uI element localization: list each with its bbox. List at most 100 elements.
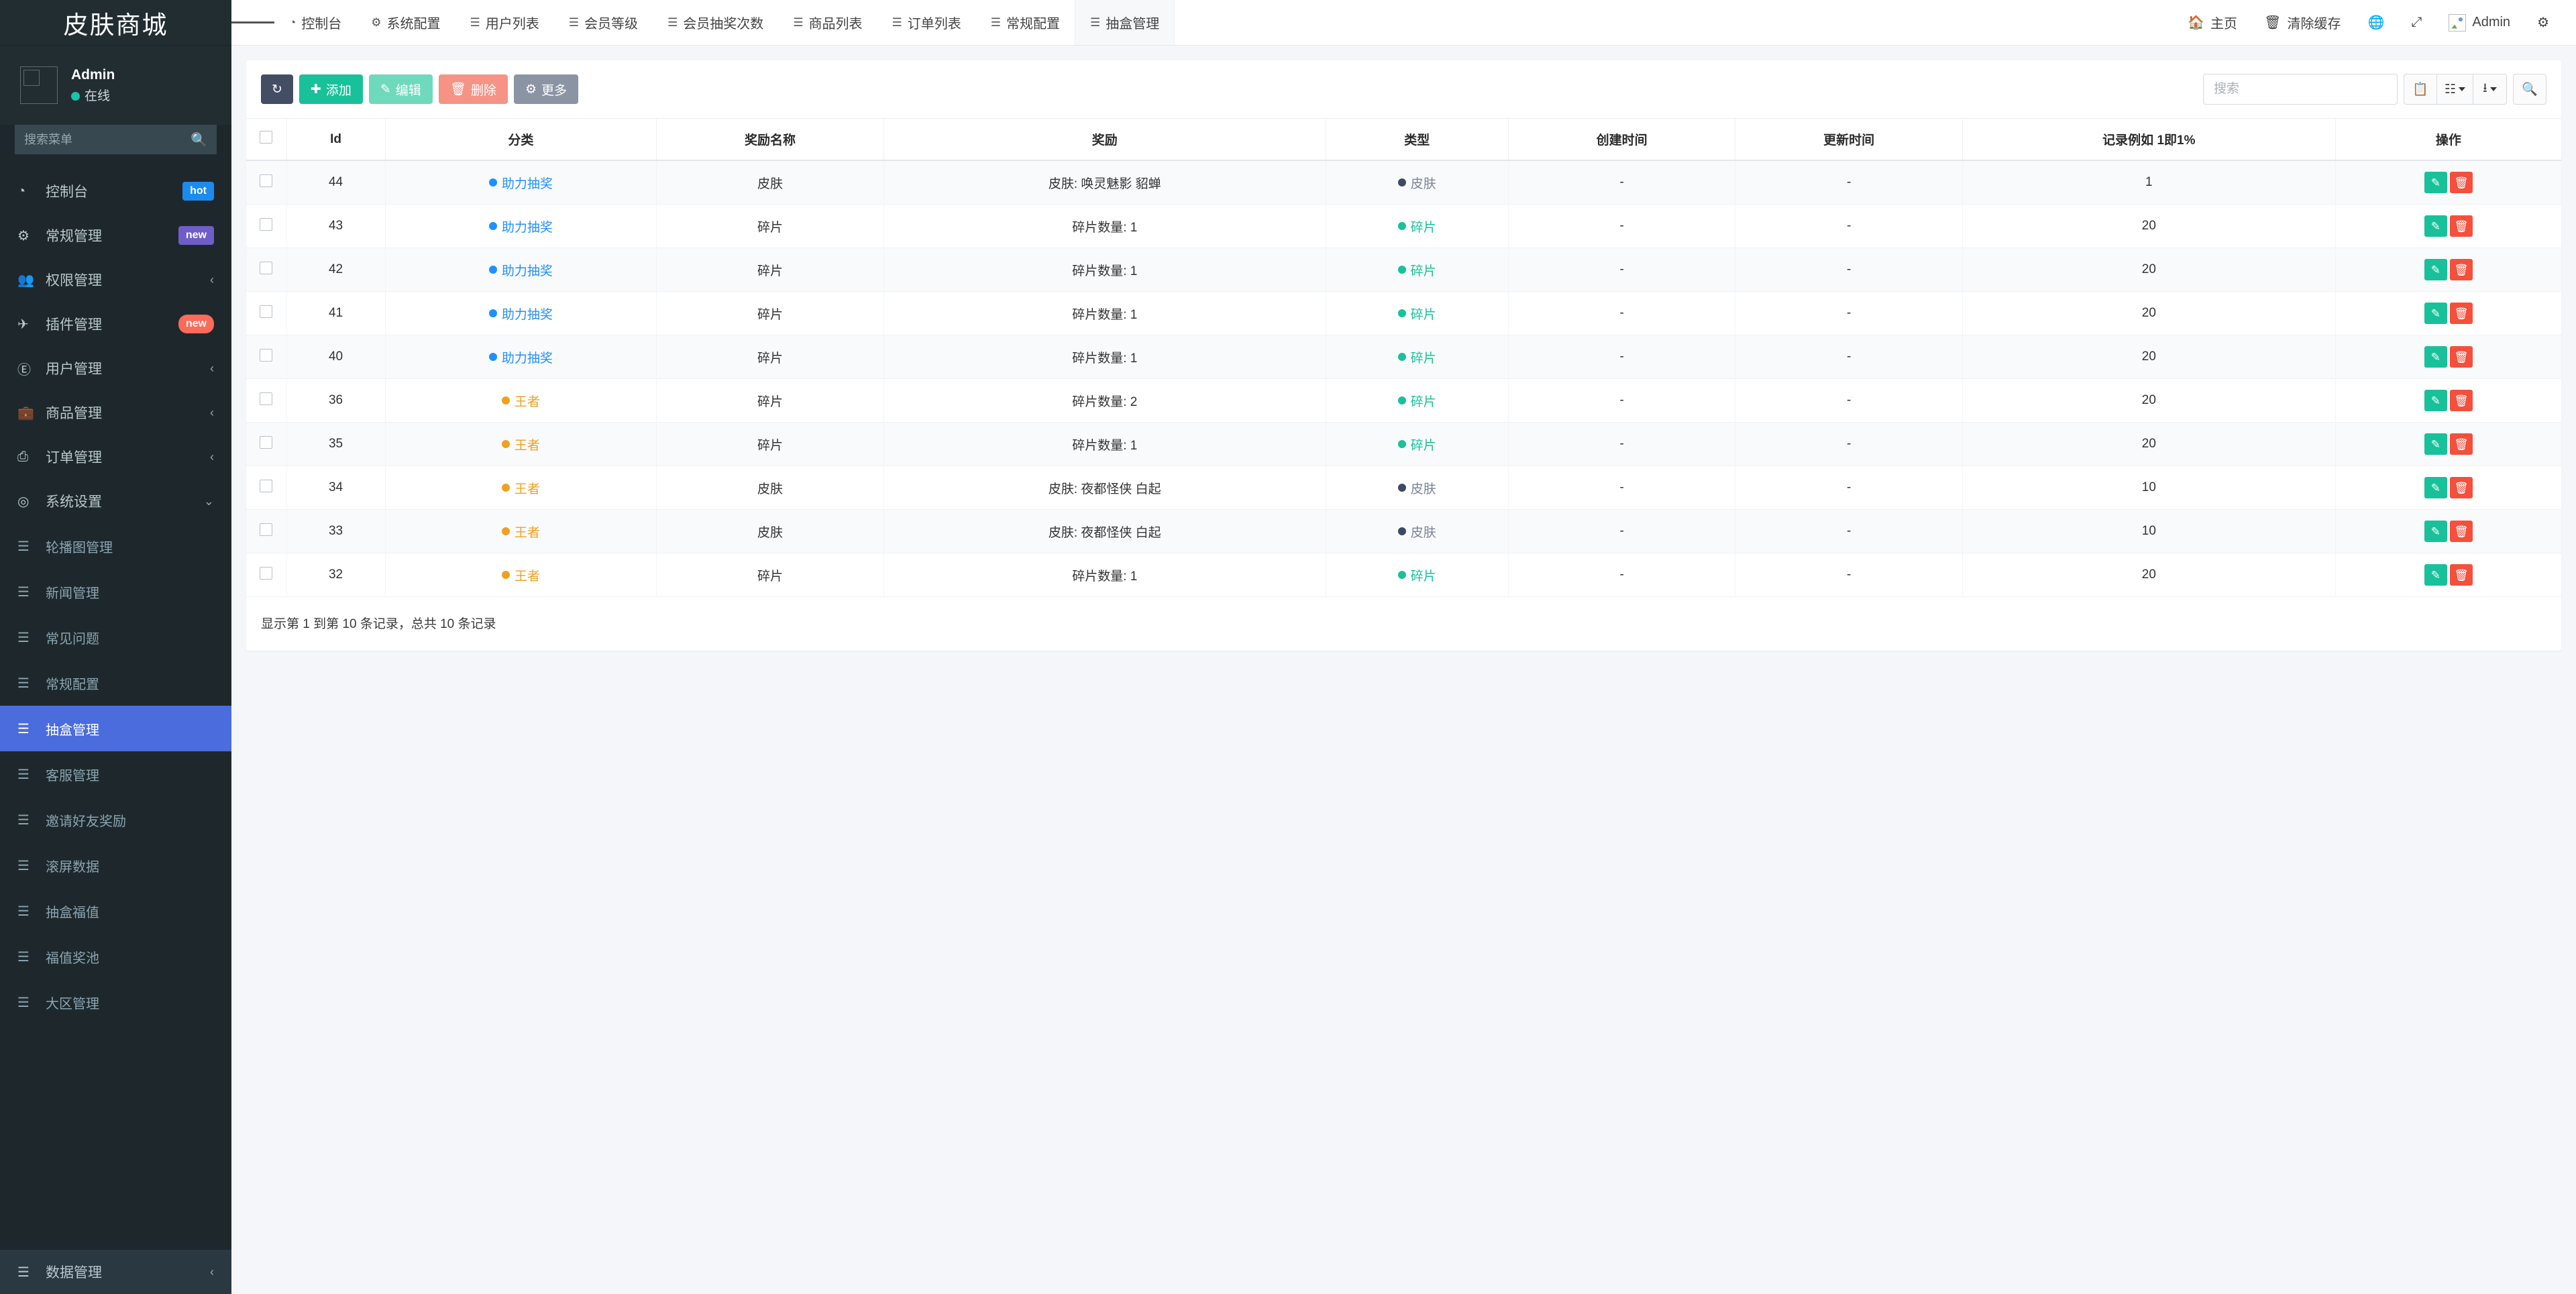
search-icon[interactable]: 🔍 (2513, 74, 2546, 105)
sidebar-subitem-3[interactable]: ☰ 常规配置 (0, 660, 231, 706)
tab-3[interactable]: ☰ 会员等级 (554, 0, 653, 45)
row-edit-button[interactable]: ✎ (2424, 433, 2447, 455)
row-edit-button[interactable]: ✎ (2424, 346, 2447, 368)
row-edit-button[interactable]: ✎ (2424, 215, 2447, 237)
bag-icon: 💼 (17, 405, 34, 421)
row-edit-button[interactable]: ✎ (2424, 259, 2447, 280)
sidebar-subitem-0[interactable]: ☰ 轮播图管理 (0, 523, 231, 569)
tab-1[interactable]: ⚙ 系统配置 (356, 0, 455, 45)
fullscreen-button[interactable]: ⤢ (2399, 0, 2434, 46)
sidebar-subitem-10[interactable]: ☰ 大区管理 (0, 979, 231, 1025)
sidebar-subitem-8[interactable]: ☰ 抽盒福值 (0, 888, 231, 934)
sidebar-subitem-9[interactable]: ☰ 福值奖池 (0, 934, 231, 979)
sidebar-item-6[interactable]: ⎙ 订单管理 ‹ (0, 435, 231, 479)
more-button[interactable]: ⚙ 更多 (513, 74, 578, 104)
select-all-checkbox[interactable] (260, 131, 273, 144)
row-checkbox[interactable] (260, 348, 273, 362)
table-row[interactable]: 43 助力抽奖 碎片 碎片数量: 1 碎片 - -20 ✎ 🗑 (246, 204, 2561, 248)
row-checkbox[interactable] (260, 566, 273, 580)
search-icon[interactable]: 🔍 (191, 131, 207, 148)
sidebar-item-7[interactable]: ◎ 系统设置 ⌄ (0, 479, 231, 523)
settings-button[interactable]: ⚙ (2525, 0, 2561, 46)
row-checkbox[interactable] (260, 523, 273, 536)
row-delete-button[interactable]: 🗑 (2449, 433, 2473, 455)
row-checkbox[interactable] (260, 479, 273, 492)
sidebar-item-1[interactable]: ⚙ 常规管理 new (0, 213, 231, 258)
sidebar-item-2[interactable]: 👥 权限管理 ‹ (0, 258, 231, 302)
table-row[interactable]: 33 王者 皮肤 皮肤: 夜都怪侠 白起 皮肤 - -10 ✎ 🗑 (246, 509, 2561, 553)
row-checkbox[interactable] (260, 305, 273, 318)
row-delete-button[interactable]: 🗑 (2449, 215, 2473, 237)
cell-reward: 皮肤: 夜都怪侠 白起 (883, 509, 1326, 553)
table-row[interactable]: 44 助力抽奖 皮肤 皮肤: 唤灵魅影 貂蝉 皮肤 - -1 ✎ 🗑 (246, 160, 2561, 205)
user-menu-button[interactable]: Admin (2436, 0, 2522, 46)
sidebar-item-0[interactable]: ◔ 控制台 hot (0, 169, 231, 213)
table-row[interactable]: 42 助力抽奖 碎片 碎片数量: 1 碎片 - -20 ✎ 🗑 (246, 248, 2561, 292)
row-checkbox[interactable] (260, 261, 273, 274)
sidebar-subitem-4[interactable]: ☰ 抽盒管理 (0, 706, 231, 751)
table-row[interactable]: 32 王者 碎片 碎片数量: 1 碎片 - -20 ✎ 🗑 (246, 553, 2561, 597)
more-label: 更多 (541, 83, 567, 98)
sidebar-search-input[interactable] (24, 132, 191, 147)
sidebar-subitem-2[interactable]: ☰ 常见问题 (0, 614, 231, 660)
row-checkbox[interactable] (260, 435, 273, 449)
sidebar-subitem-6[interactable]: ☰ 邀请好友奖励 (0, 797, 231, 843)
columns-view-icon[interactable]: ☷ (2436, 74, 2473, 105)
cell-updated: - (1735, 160, 1963, 205)
tab-7[interactable]: ☰ 常规配置 (976, 0, 1075, 45)
clear-cache-button[interactable]: 🗑 清除缓存 (2252, 0, 2353, 46)
tab-6[interactable]: ☰ 订单列表 (877, 0, 976, 45)
cell-updated: - (1735, 378, 1963, 423)
sidebar-subitem-7[interactable]: ☰ 滚屏数据 (0, 843, 231, 888)
row-edit-button[interactable]: ✎ (2424, 303, 2447, 324)
table-row[interactable]: 35 王者 碎片 碎片数量: 1 碎片 - -20 ✎ 🗑 (246, 422, 2561, 466)
delete-button[interactable]: 🗑 删除 (438, 74, 508, 104)
add-button[interactable]: ✚ 添加 (299, 74, 363, 104)
data-card: ↻ ✚ 添加 ✎ 编辑 🗑 删除 ⚙ 更多 搜索 📋 ☷ ⭳ 🔍 Id 分类 奖… (246, 60, 2561, 651)
column-header-8: 记录例如 1即1% (1962, 118, 2336, 161)
table-row[interactable]: 40 助力抽奖 碎片 碎片数量: 1 碎片 - -20 ✎ 🗑 (246, 335, 2561, 379)
category-label: 助力抽奖 (501, 176, 553, 191)
tab-5[interactable]: ☰ 商品列表 (778, 0, 877, 45)
row-edit-button[interactable]: ✎ (2424, 172, 2447, 193)
export-icon[interactable]: ⭳ (2473, 74, 2507, 105)
row-edit-button[interactable]: ✎ (2424, 521, 2447, 542)
cell-category: 王者 (385, 466, 657, 510)
table-row[interactable]: 34 王者 皮肤 皮肤: 夜都怪侠 白起 皮肤 - -10 ✎ 🗑 (246, 466, 2561, 510)
sidebar-search-box[interactable]: 🔍 (15, 125, 217, 154)
row-edit-button[interactable]: ✎ (2424, 477, 2447, 498)
tab-4[interactable]: ☰ 会员抽奖次数 (653, 0, 778, 45)
table-search-input[interactable] (2202, 74, 2398, 105)
row-delete-button[interactable]: 🗑 (2449, 303, 2473, 324)
language-button[interactable]: 🌐 (2355, 0, 2396, 46)
sidebar-subitem-5[interactable]: ☰ 客服管理 (0, 751, 231, 797)
row-edit-button[interactable]: ✎ (2424, 390, 2447, 411)
tab-8[interactable]: ☰ 抽盒管理 (1075, 0, 1175, 45)
edit-button[interactable]: ✎ 编辑 (368, 74, 433, 104)
list-view-icon[interactable]: 📋 (2403, 74, 2437, 105)
row-checkbox[interactable] (260, 217, 273, 231)
sidebar-item-3[interactable]: ✈ 插件管理 new (0, 302, 231, 346)
refresh-button[interactable]: ↻ (261, 74, 293, 104)
row-delete-button[interactable]: 🗑 (2449, 390, 2473, 411)
row-checkbox[interactable] (260, 174, 273, 187)
sidebar-subitem-1[interactable]: ☰ 新闻管理 (0, 569, 231, 614)
table-row[interactable]: 41 助力抽奖 碎片 碎片数量: 1 碎片 - -20 ✎ 🗑 (246, 291, 2561, 335)
hamburger-icon[interactable] (231, 0, 274, 45)
row-delete-button[interactable]: 🗑 (2449, 259, 2473, 280)
row-delete-button[interactable]: 🗑 (2449, 346, 2473, 368)
row-delete-button[interactable]: 🗑 (2449, 477, 2473, 498)
sidebar-item-5[interactable]: 💼 商品管理 ‹ (0, 390, 231, 435)
home-button[interactable]: 🏠 主页 (2176, 0, 2249, 46)
row-delete-button[interactable]: 🗑 (2449, 172, 2473, 193)
sidebar-item-data-management[interactable]: ☰ 数据管理 ‹ (0, 1250, 231, 1294)
row-delete-button[interactable]: 🗑 (2449, 521, 2473, 542)
row-delete-button[interactable]: 🗑 (2449, 564, 2473, 586)
tab-0[interactable]: ◔ 控制台 (274, 0, 356, 45)
row-edit-button[interactable]: ✎ (2424, 564, 2447, 586)
cell-type: 碎片 (1326, 335, 1509, 379)
tab-2[interactable]: ☰ 用户列表 (455, 0, 554, 45)
row-checkbox[interactable] (260, 392, 273, 405)
sidebar-item-4[interactable]: Ⓔ 用户管理 ‹ (0, 346, 231, 390)
table-row[interactable]: 36 王者 碎片 碎片数量: 2 碎片 - -20 ✎ 🗑 (246, 378, 2561, 423)
